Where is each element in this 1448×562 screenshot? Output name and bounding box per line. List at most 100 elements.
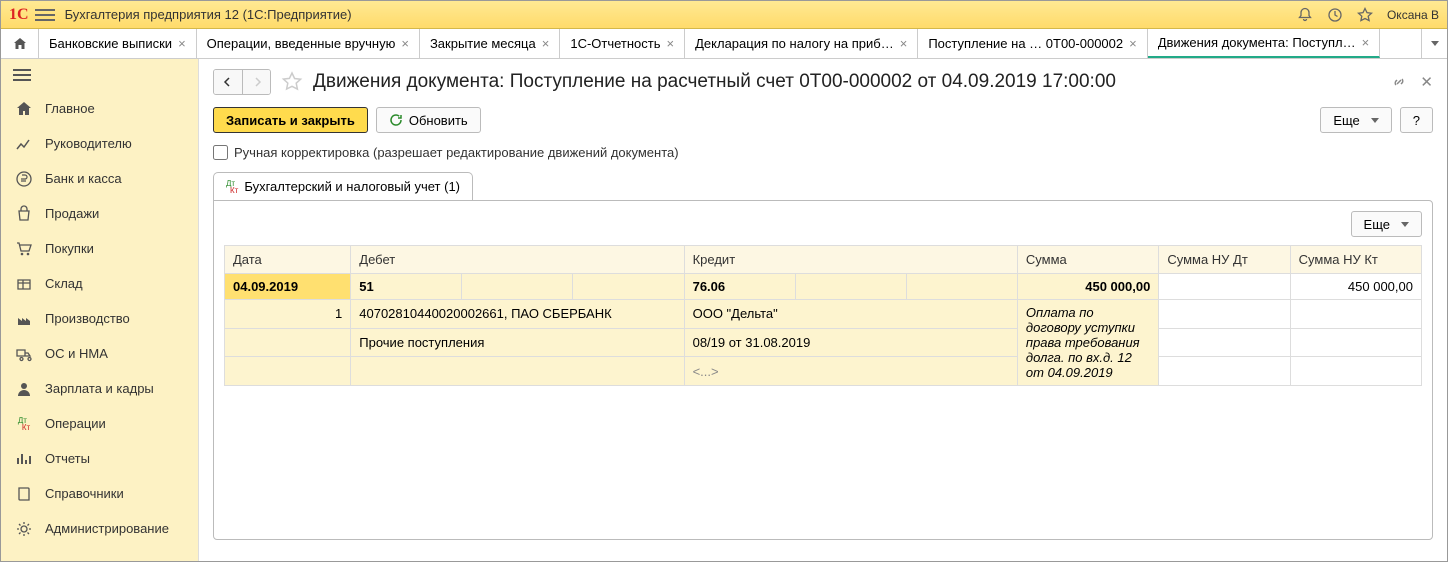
tabs-dropdown[interactable] — [1421, 29, 1447, 58]
ruble-icon — [15, 170, 33, 188]
box-icon — [15, 275, 33, 293]
sidebar-item[interactable]: Склад — [1, 266, 198, 301]
home-tab[interactable] — [1, 29, 39, 58]
cell-nu-kt-3[interactable] — [1290, 328, 1421, 357]
sidebar-item[interactable]: Главное — [1, 91, 198, 126]
close-icon[interactable]: × — [178, 36, 186, 51]
col-sum-nu-dt[interactable]: Сумма НУ Дт — [1159, 246, 1290, 274]
sidebar-item[interactable]: Покупки — [1, 231, 198, 266]
cell-debit-acct[interactable]: 51 — [351, 274, 462, 300]
cell-nu-dt-2[interactable] — [1159, 300, 1290, 329]
cell-nu-dt-3[interactable] — [1159, 328, 1290, 357]
cell-credit-q1[interactable] — [795, 274, 906, 300]
sidebar-item[interactable]: Зарплата и кадры — [1, 371, 198, 406]
col-credit[interactable]: Кредит — [684, 246, 1017, 274]
sidebar-toggle[interactable] — [1, 59, 198, 91]
cell-debit-an3[interactable] — [351, 357, 684, 386]
bell-icon[interactable] — [1297, 7, 1313, 23]
tab[interactable]: Движения документа: Поступл… × — [1148, 29, 1381, 58]
col-date[interactable]: Дата — [225, 246, 351, 274]
star-icon[interactable] — [1357, 7, 1373, 23]
grid-more-button[interactable]: Еще — [1351, 211, 1422, 237]
cell-n[interactable]: 1 — [225, 300, 351, 329]
table-row[interactable]: 1 40702810440020002661, ПАО СБЕРБАНК ООО… — [225, 300, 1422, 329]
history-icon[interactable] — [1327, 7, 1343, 23]
nav-forward — [242, 70, 270, 94]
sidebar-item-label: Операции — [45, 416, 106, 431]
cell-debit-q2[interactable] — [573, 274, 684, 300]
cell-empty-date3[interactable] — [225, 357, 351, 386]
sidebar-item[interactable]: Продажи — [1, 196, 198, 231]
tab[interactable]: Закрытие месяца× — [420, 29, 560, 58]
sidebar-item[interactable]: Справочники — [1, 476, 198, 511]
cell-credit-acct[interactable]: 76.06 — [684, 274, 795, 300]
tab[interactable]: Поступление на … 0Т00-000002× — [918, 29, 1147, 58]
sidebar-item[interactable]: Руководителю — [1, 126, 198, 161]
cell-nu-kt-4[interactable] — [1290, 357, 1421, 386]
sidebar-item[interactable]: Отчеты — [1, 441, 198, 476]
save-close-button[interactable]: Записать и закрыть — [213, 107, 368, 133]
accounting-tab[interactable]: ДтКт Бухгалтерский и налоговый учет (1) — [213, 172, 473, 200]
cell-empty-date2[interactable] — [225, 328, 351, 357]
more-button[interactable]: Еще — [1320, 107, 1391, 133]
sidebar: Главное Руководителю Банк и кассаПродажи По… — [1, 59, 199, 561]
cell-date[interactable]: 04.09.2019 — [225, 274, 351, 300]
sidebar-item[interactable]: Производство — [1, 301, 198, 336]
col-sum[interactable]: Сумма — [1017, 246, 1158, 274]
user-name[interactable]: Оксана В — [1387, 8, 1439, 22]
tab[interactable]: Операции, введенные вручную× — [197, 29, 420, 58]
cell-credit-q2[interactable] — [906, 274, 1017, 300]
sidebar-item[interactable]: Банк и касса — [1, 161, 198, 196]
refresh-button[interactable]: Обновить — [376, 107, 481, 133]
sidebar-item-label: Руководителю — [45, 136, 132, 151]
table-row[interactable]: <...> — [225, 357, 1422, 386]
cell-nu-kt[interactable]: 450 000,00 — [1290, 274, 1421, 300]
nav-back[interactable] — [214, 70, 242, 94]
col-debit[interactable]: Дебет — [351, 246, 684, 274]
gear-icon — [15, 520, 33, 538]
cell-credit-an2[interactable]: 08/19 от 31.08.2019 — [684, 328, 1017, 357]
close-content[interactable]: ✕ — [1420, 73, 1433, 91]
cell-credit-an1[interactable]: ООО "Дельта" — [684, 300, 1017, 329]
cell-nu-dt-4[interactable] — [1159, 357, 1290, 386]
sidebar-item[interactable]: ДтКтОперации — [1, 406, 198, 441]
sidebar-item[interactable]: ОС и НМА — [1, 336, 198, 371]
content: Движения документа: Поступление на расче… — [199, 59, 1447, 561]
close-icon[interactable]: × — [1129, 36, 1137, 51]
cell-debit-an2[interactable]: Прочие поступления — [351, 328, 684, 357]
table-row[interactable]: 04.09.2019 51 76.06 450 000,00 450 000,0… — [225, 274, 1422, 300]
sidebar-item-label: Производство — [45, 311, 130, 326]
cell-debit-q1[interactable] — [462, 274, 573, 300]
book-icon — [15, 485, 33, 503]
cell-amount[interactable]: 450 000,00 — [1017, 274, 1158, 300]
help-button[interactable]: ? — [1400, 107, 1433, 133]
truck-icon — [15, 345, 33, 363]
close-icon[interactable]: × — [667, 36, 675, 51]
grid-panel: Еще Дата Дебет Кредит Сумма Сумма НУ Дт … — [213, 200, 1433, 540]
close-icon[interactable]: × — [1362, 35, 1370, 50]
tab[interactable]: 1С-Отчетность× — [560, 29, 685, 58]
tab[interactable]: Банковские выписки× — [39, 29, 197, 58]
app-title: Бухгалтерия предприятия 12 (1С:Предприят… — [65, 7, 1297, 22]
manual-edit-label[interactable]: Ручная корректировка (разрешает редактир… — [234, 145, 679, 160]
menu-icon[interactable] — [35, 5, 55, 25]
favorite-star-icon[interactable] — [281, 71, 303, 93]
col-sum-nu-kt[interactable]: Сумма НУ Кт — [1290, 246, 1421, 274]
close-icon[interactable]: × — [900, 36, 908, 51]
close-icon[interactable]: × — [542, 36, 550, 51]
sidebar-item[interactable]: Администрирование — [1, 511, 198, 546]
tab-label: Движения документа: Поступл… — [1158, 35, 1356, 50]
tab[interactable]: Декларация по налогу на приб…× — [685, 29, 918, 58]
close-icon[interactable]: × — [401, 36, 409, 51]
manual-edit-checkbox[interactable] — [213, 145, 228, 160]
table-row[interactable]: Прочие поступления 08/19 от 31.08.2019 — [225, 328, 1422, 357]
cell-debit-an1[interactable]: 40702810440020002661, ПАО СБЕРБАНК — [351, 300, 684, 329]
sidebar-item-label: Отчеты — [45, 451, 90, 466]
page-title: Движения документа: Поступление на расче… — [313, 71, 1390, 93]
cell-nu-kt-2[interactable] — [1290, 300, 1421, 329]
cell-credit-an3[interactable]: <...> — [684, 357, 1017, 386]
cell-nu-dt-1[interactable] — [1159, 274, 1290, 300]
sidebar-item-label: Покупки — [45, 241, 94, 256]
link-icon[interactable] — [1390, 73, 1408, 91]
cell-amount-desc[interactable]: Оплата по договору уступки права требова… — [1017, 300, 1158, 386]
